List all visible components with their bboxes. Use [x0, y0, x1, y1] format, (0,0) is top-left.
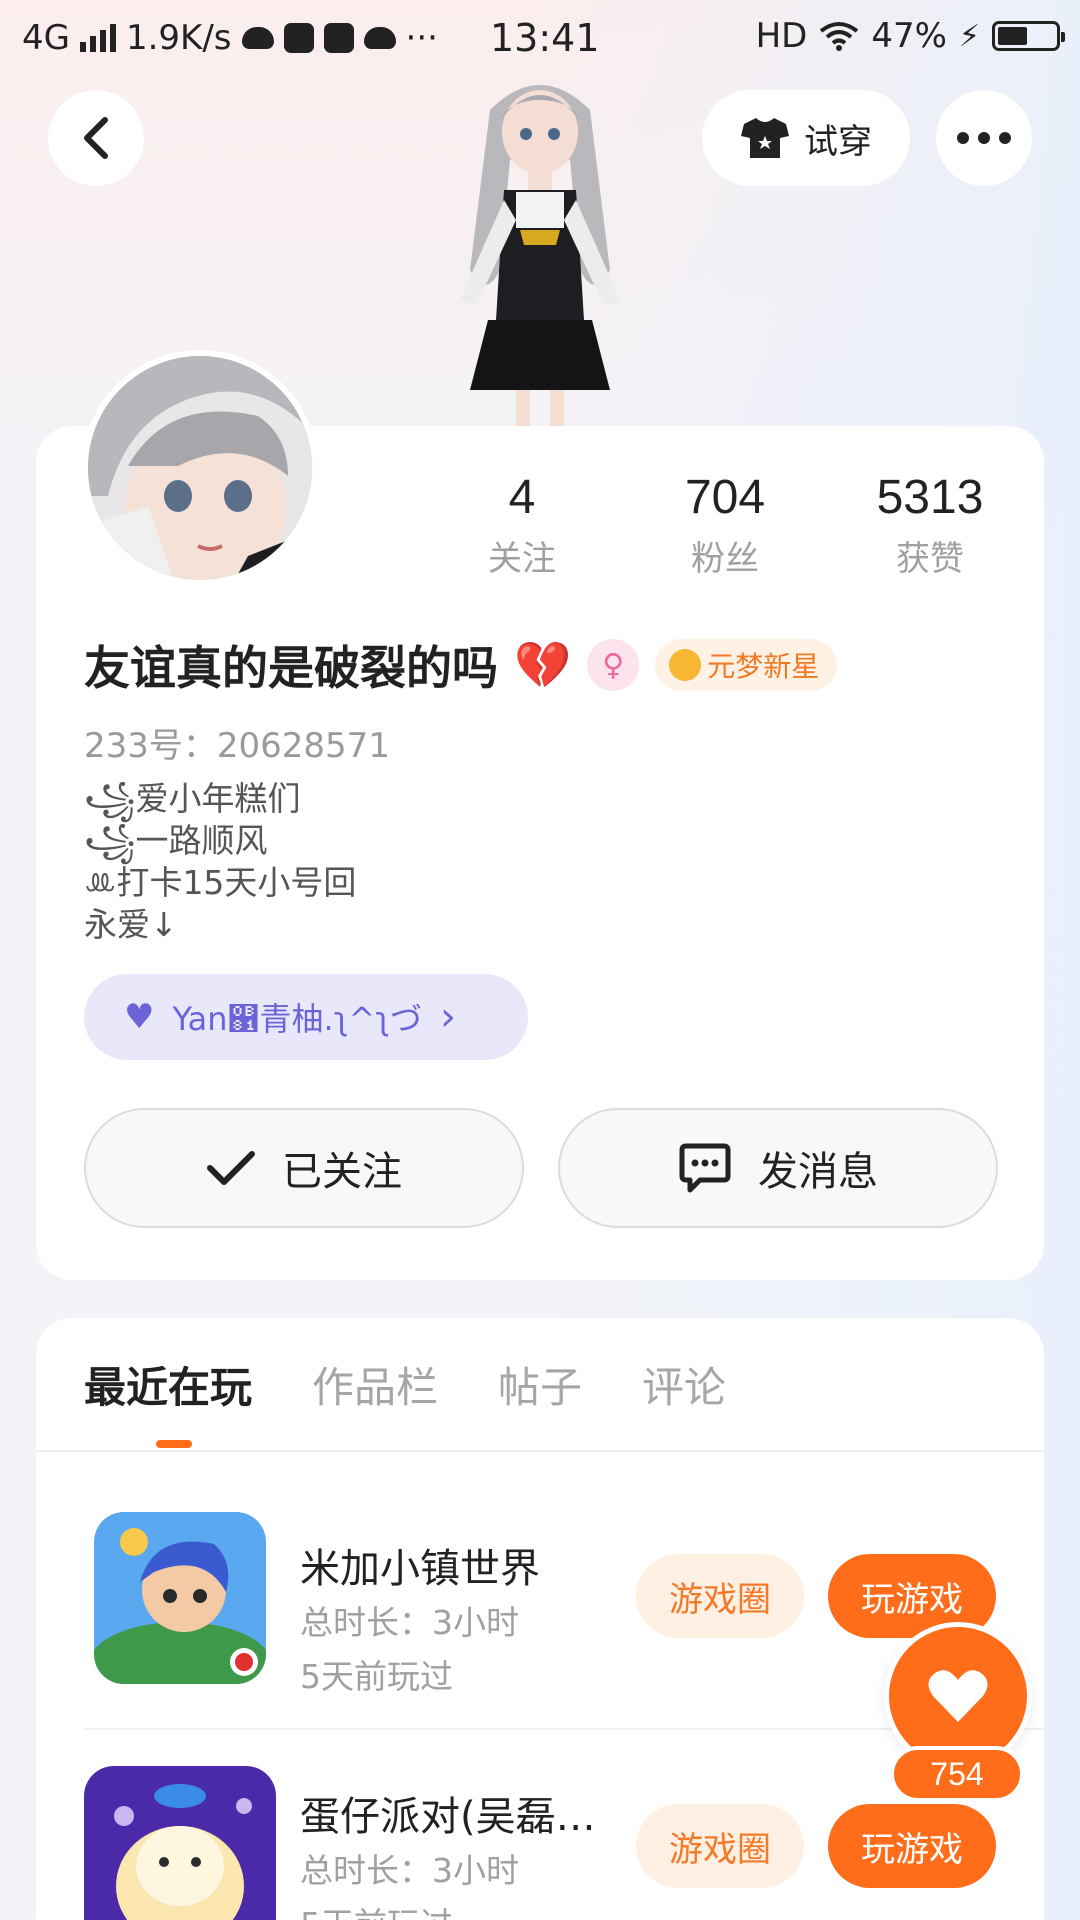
- rising-star-badge[interactable]: 元梦新星: [655, 639, 838, 691]
- status-bar: 4G 1.9K/s ··· 13:41 HD 47% ⚡: [0, 0, 1080, 76]
- more-options-button[interactable]: [936, 90, 1032, 186]
- followed-label: 已关注: [282, 1149, 402, 1195]
- bio-line: ꧁爱小年糕们: [84, 779, 301, 818]
- profile-stats: 4 关注 704 粉丝 5313 获赞: [0, 470, 1080, 580]
- shirt-icon: [741, 118, 789, 158]
- game-title: 蛋仔派对(吴磊…: [300, 1794, 596, 1840]
- user-id: 233号：20628571: [84, 726, 390, 766]
- stat-followers[interactable]: 704 粉丝: [635, 470, 815, 580]
- stat-likes[interactable]: 5313 获赞: [840, 470, 1020, 580]
- stat-following-label: 关注: [488, 539, 556, 579]
- profile-name-row: 友谊真的是破裂的吗 💔 ♀ 元梦新星: [84, 632, 838, 698]
- clock: 13:41: [490, 16, 600, 60]
- female-gender-icon: ♀: [587, 639, 640, 691]
- game-circle-button[interactable]: 游戏圈: [636, 1804, 804, 1888]
- bio-line: ꔛ打卡15天小号回: [84, 863, 357, 902]
- stat-followers-value: 704: [684, 471, 766, 524]
- network-type: 4G: [22, 18, 70, 58]
- profile-name: 友谊真的是破裂的吗: [84, 641, 498, 695]
- tab-recently-played[interactable]: 最近在玩: [84, 1354, 252, 1415]
- tab-posts[interactable]: 帖子: [498, 1354, 582, 1415]
- game-last-played: 5天前玩过: [300, 1898, 453, 1920]
- stat-likes-label: 获赞: [896, 539, 964, 579]
- stat-followers-label: 粉丝: [691, 539, 759, 579]
- star-badge-icon: [669, 649, 702, 681]
- try-on-label: 试穿: [804, 121, 872, 162]
- broken-heart-emoji: 💔: [514, 637, 572, 692]
- cloud-icon: [241, 27, 274, 49]
- chat-bubble-icon: [679, 1143, 731, 1193]
- heart-icon: [928, 1670, 988, 1722]
- game-title: 米加小镇世界: [300, 1546, 540, 1592]
- mail-icon: [323, 23, 354, 53]
- stat-following-value: 4: [508, 471, 536, 524]
- profile-bio: ꧁爱小年糕们 ꧁一路顺风 ꔛ打卡15天小号回 永爱↓: [84, 778, 356, 946]
- wifi-icon: [820, 22, 859, 51]
- game-icon[interactable]: [84, 1766, 276, 1920]
- avatar-character-image: [460, 85, 620, 440]
- network-speed: 1.9K/s: [125, 18, 232, 58]
- game-icon-image: [84, 1766, 276, 1920]
- content-tabs: 最近在玩 作品栏 帖子 评论: [84, 1354, 726, 1415]
- game-icon[interactable]: [94, 1512, 266, 1684]
- bio-line: ꧁一路顺风: [84, 821, 268, 860]
- relationship-tag-pill[interactable]: ♥ Yan஁青柚.ʅ^ʅづ ›: [84, 974, 528, 1060]
- relationship-tag-label: Yan஁青柚.ʅ^ʅづ: [172, 1000, 423, 1038]
- bio-line: 永爱↓: [84, 905, 178, 944]
- game-duration: 总时长：3小时: [300, 1851, 519, 1890]
- more-status: ···: [405, 18, 438, 58]
- game-last-played: 5天前玩过: [300, 1657, 453, 1696]
- heart-icon: ♥: [124, 997, 155, 1037]
- tab-comments[interactable]: 评论: [642, 1354, 726, 1415]
- checkmark-icon: [207, 1151, 255, 1185]
- followed-button[interactable]: 已关注: [84, 1108, 524, 1228]
- chevron-left-icon: [84, 117, 108, 159]
- stat-following[interactable]: 4 关注: [432, 470, 612, 580]
- charging-icon: ⚡: [958, 18, 980, 54]
- active-tab-indicator: [156, 1440, 192, 1448]
- like-count: 754: [890, 1746, 1024, 1802]
- stat-likes-value: 5313: [876, 471, 984, 524]
- back-button[interactable]: [48, 90, 144, 186]
- chevron-right-icon: ›: [440, 994, 457, 1040]
- game-duration: 总时长：3小时: [300, 1603, 519, 1642]
- game-icon-image: [94, 1512, 266, 1684]
- tabs-divider: [36, 1450, 1044, 1452]
- send-message-button[interactable]: 发消息: [558, 1108, 998, 1228]
- signal-icon: [79, 24, 116, 52]
- recent-games-card: 最近在玩 作品栏 帖子 评论 米加小镇世界 总时长：3小时 5天前玩过 游戏圈 …: [36, 1318, 1044, 1920]
- hd-indicator: HD: [755, 16, 808, 56]
- play-game-button[interactable]: 玩游戏: [828, 1804, 996, 1888]
- game-circle-button[interactable]: 游戏圈: [636, 1554, 804, 1638]
- battery-icon: [992, 21, 1065, 51]
- send-message-label: 发消息: [758, 1149, 878, 1195]
- battery-percent: 47%: [871, 16, 947, 56]
- video-icon: [283, 23, 314, 53]
- wechat-icon: [363, 27, 396, 49]
- rising-star-label: 元梦新星: [707, 650, 820, 683]
- tab-works[interactable]: 作品栏: [312, 1354, 438, 1415]
- try-on-button[interactable]: 试穿: [702, 90, 910, 186]
- more-icon: [957, 132, 1011, 144]
